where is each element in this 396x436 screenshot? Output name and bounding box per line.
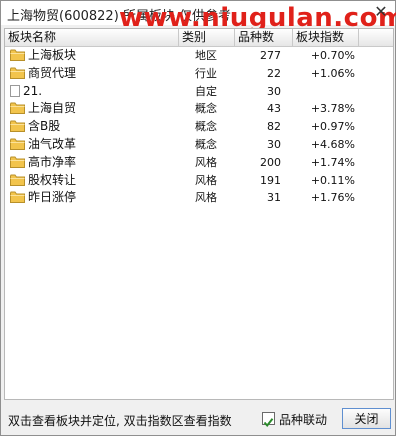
cell-index: +1.06%	[310, 66, 355, 80]
column-header-name[interactable]: 板块名称	[5, 29, 179, 46]
folder-icon	[10, 120, 25, 133]
cell-name: 昨日涨停	[10, 189, 180, 207]
table-row[interactable]: 上海自贸 概念 43 +3.78%	[5, 100, 393, 118]
table-row[interactable]: 上海板块 地区 277 +0.70%	[5, 47, 393, 65]
sector-name: 21.	[23, 83, 43, 98]
close-icon[interactable]: ✕	[373, 4, 389, 20]
variety-link-checkbox[interactable]	[262, 412, 275, 428]
cell-type: 风格	[195, 155, 217, 169]
cell-name: 上海板块	[10, 47, 180, 65]
cell-name: 股权转让	[10, 172, 180, 190]
cell-index: +4.68%	[310, 137, 355, 151]
cell-count: 22	[267, 66, 281, 80]
table-row[interactable]: 昨日涨停 风格 31 +1.76%	[5, 189, 393, 207]
cell-name: 含B股	[10, 118, 180, 136]
sector-name: 商贸代理	[28, 65, 77, 80]
sector-dialog: 上海物贸(600822) 所属板块 仅供参考 www.niugulan.com …	[0, 0, 396, 436]
sector-name: 含B股	[28, 119, 61, 134]
variety-link-label: 品种联动	[279, 413, 328, 427]
cell-count: 191	[260, 173, 281, 187]
cell-index: +1.74%	[310, 155, 355, 169]
cell-index	[303, 83, 355, 101]
cell-count: 30	[267, 84, 281, 98]
title-bar[interactable]: 上海物贸(600822) 所属板块 仅供参考 www.niugulan.com …	[1, 1, 396, 33]
cell-count: 82	[267, 120, 281, 134]
folder-icon	[10, 138, 25, 150]
cell-type: 概念	[195, 137, 217, 151]
cell-name: 上海自贸	[10, 100, 180, 118]
cell-index: +3.78%	[310, 102, 355, 116]
sector-list[interactable]: 板块名称 类别 品种数 板块指数 上海板块 地区 277 +0.70% 商贸代理 行业 22…	[4, 28, 394, 400]
cell-type: 自定	[195, 84, 217, 98]
table-row[interactable]: 21. 自定 30	[5, 83, 393, 101]
folder-icon	[10, 67, 25, 79]
sector-name: 上海自贸	[28, 101, 77, 116]
table-row[interactable]: 油气改革 概念 30 +4.68%	[5, 136, 393, 154]
cell-name: 商贸代理	[10, 65, 180, 83]
folder-icon	[10, 156, 25, 168]
blank-icon	[10, 84, 20, 97]
folder-icon	[10, 49, 25, 61]
folder-icon	[10, 102, 25, 115]
close-button[interactable]: 关闭	[342, 408, 391, 429]
cell-index: +1.76%	[310, 191, 355, 205]
cell-type: 风格	[195, 173, 217, 187]
cell-count: 43	[267, 102, 281, 116]
folder-icon	[10, 174, 25, 186]
sector-name: 油气改革	[28, 137, 77, 152]
checkmark-icon	[263, 418, 274, 428]
cell-type: 风格	[195, 191, 217, 205]
cell-type: 概念	[195, 120, 217, 134]
cell-count: 30	[267, 137, 281, 151]
cell-count: 200	[260, 155, 281, 169]
cell-name: 21.	[10, 83, 180, 101]
table-header: 板块名称 类别 品种数 板块指数	[5, 29, 393, 47]
cell-type: 行业	[195, 66, 217, 80]
cell-index: +0.11%	[310, 173, 355, 187]
table-body: 上海板块 地区 277 +0.70% 商贸代理 行业 22 +1.06% 21. 自定 30 上海自贸…	[5, 47, 393, 207]
sector-name: 高市净率	[28, 154, 77, 169]
table-row[interactable]: 含B股 概念 82 +0.97%	[5, 118, 393, 136]
column-header-index[interactable]: 板块指数	[293, 29, 359, 46]
column-header-count[interactable]: 品种数	[235, 29, 293, 46]
sector-name: 股权转让	[28, 172, 77, 187]
table-row[interactable]: 高市净率 风格 200 +1.74%	[5, 154, 393, 172]
hint-text: 双击查看板块并定位, 双击指数区查看指数	[8, 414, 232, 428]
cell-name: 高市净率	[10, 154, 180, 172]
cell-index: +0.70%	[310, 49, 355, 62]
cell-type: 概念	[195, 102, 217, 116]
cell-count: 277	[260, 49, 281, 62]
cell-type: 地区	[195, 49, 217, 62]
table-row[interactable]: 商贸代理 行业 22 +1.06%	[5, 65, 393, 83]
sector-name: 上海板块	[28, 48, 77, 63]
cell-name: 油气改革	[10, 136, 180, 154]
cell-index: +0.97%	[310, 120, 355, 134]
table-row[interactable]: 股权转让 风格 191 +0.11%	[5, 172, 393, 190]
sector-name: 昨日涨停	[28, 190, 77, 205]
folder-icon	[10, 191, 25, 204]
column-header-type[interactable]: 类别	[179, 29, 235, 46]
cell-count: 31	[267, 191, 281, 205]
